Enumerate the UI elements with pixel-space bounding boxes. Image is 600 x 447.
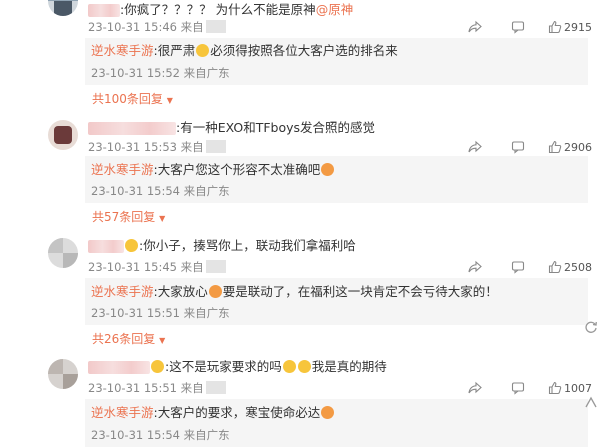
like-count: 2906	[564, 141, 592, 154]
reply-text-2: 必须得按照各位大客户选的排名来	[210, 43, 398, 58]
comment-text: :你小子，揍骂你上，联动我们拿福利哈	[139, 238, 356, 253]
reply-location: 来自广东	[183, 184, 230, 198]
like-icon[interactable]	[548, 20, 562, 34]
like-icon[interactable]	[548, 381, 562, 395]
comment-location: 来自	[180, 140, 204, 154]
chevron-down-icon: ▼	[159, 214, 166, 223]
reply-time: 23-10-31 15:51	[91, 306, 180, 320]
comment-time: 23-10-31 15:53	[88, 140, 177, 154]
comment-icon[interactable]	[511, 140, 525, 154]
location-blurred	[205, 260, 226, 273]
comment-location: 来自	[180, 260, 204, 274]
reply-location: 来自广东	[183, 428, 230, 442]
reply-author[interactable]: 逆水寒手游	[91, 43, 154, 58]
chevron-down-icon: ▼	[159, 336, 166, 345]
reply-time: 23-10-31 15:54	[91, 184, 180, 198]
comment-text: :这不是玩家要求的吗	[165, 359, 282, 374]
location-blurred	[205, 381, 226, 394]
username-blurred[interactable]	[88, 240, 124, 253]
comment-icon[interactable]	[511, 381, 525, 395]
comment-location: 来自	[180, 20, 204, 34]
reply-time: 23-10-31 15:52	[91, 66, 180, 80]
scroll-top-icon[interactable]	[584, 395, 598, 409]
pray-emoji-icon	[297, 360, 311, 373]
face-emoji-icon	[151, 360, 164, 373]
reply-location: 来自广东	[183, 66, 230, 80]
blush-emoji-icon	[321, 163, 335, 176]
like-count: 2915	[564, 21, 592, 34]
comment-actions: 2508	[468, 260, 592, 276]
reply-box: 逆水寒手游:大客户的要求，寒宝使命必达 23-10-31 15:54 来自广东	[85, 399, 588, 447]
reply-text-2: 要是联动了，在福利这一块肯定不会亏待大家的！	[222, 284, 498, 299]
comment-text-2: 我是真的期待	[311, 359, 387, 374]
like-count: 2508	[564, 261, 592, 274]
reply-text: :很严肃	[153, 43, 196, 58]
location-blurred	[205, 20, 226, 33]
avatar[interactable]	[48, 238, 78, 268]
comment-location: 来自	[180, 381, 204, 395]
more-replies-label: 共57条回复	[92, 210, 156, 224]
comment-icon[interactable]	[511, 260, 525, 274]
avatar[interactable]	[48, 359, 78, 389]
blush-emoji-icon	[208, 285, 222, 298]
chevron-down-icon: ▼	[166, 96, 173, 105]
share-icon[interactable]	[468, 381, 482, 395]
pray-emoji-icon	[196, 44, 210, 57]
mention-link[interactable]: @原神	[316, 2, 354, 17]
more-replies-link[interactable]: 共26条回复 ▼	[92, 330, 165, 347]
username-blurred[interactable]	[88, 4, 120, 17]
comment-actions: 2906	[468, 140, 592, 156]
refresh-icon[interactable]	[584, 320, 598, 334]
username-blurred[interactable]	[88, 361, 150, 374]
more-replies-label: 共100条回复	[92, 92, 163, 106]
laugh-emoji-icon	[282, 360, 296, 373]
comment-time: 23-10-31 15:51	[88, 381, 177, 395]
comment-time: 23-10-31 15:46	[88, 20, 177, 34]
location-blurred	[205, 140, 226, 153]
avatar[interactable]	[48, 0, 78, 16]
share-icon[interactable]	[468, 140, 482, 154]
reply-location: 来自广东	[183, 306, 230, 320]
cool-emoji-icon	[321, 406, 335, 419]
like-icon[interactable]	[548, 260, 562, 274]
more-replies-link[interactable]: 共57条回复 ▼	[92, 208, 165, 225]
reply-time: 23-10-31 15:54	[91, 428, 180, 442]
reply-box: 逆水寒手游:大家放心 要是联动了，在福利这一块肯定不会亏待大家的！ 23-10-3…	[85, 278, 588, 325]
avatar[interactable]	[48, 120, 78, 150]
reply-box: 逆水寒手游:大客户您这个形容不太准确吧 23-10-31 15:54 来自广东	[85, 156, 588, 203]
reply-text: :大客户的要求，寒宝使命必达	[153, 405, 321, 420]
comment-icon[interactable]	[511, 20, 525, 34]
reply-text: :大客户您这个形容不太准确吧	[153, 162, 321, 177]
comment-text: :你疯了？？？？ 为什么不能是原神	[120, 2, 316, 17]
reply-box: 逆水寒手游:很严肃 必须得按照各位大客户选的排名来 23-10-31 15:52 …	[85, 38, 588, 85]
username-blurred[interactable]	[88, 122, 176, 135]
more-replies-label: 共26条回复	[92, 332, 156, 346]
reply-text: :大家放心	[153, 284, 208, 299]
reply-author[interactable]: 逆水寒手游	[91, 284, 154, 299]
reply-author[interactable]: 逆水寒手游	[91, 405, 154, 420]
share-icon[interactable]	[468, 20, 482, 34]
like-count: 1007	[564, 382, 592, 395]
face-emoji-icon	[125, 239, 138, 252]
reply-author[interactable]: 逆水寒手游	[91, 162, 154, 177]
more-replies-link[interactable]: 共100条回复 ▼	[92, 90, 173, 107]
comment-actions: 1007	[468, 381, 592, 397]
comment-time: 23-10-31 15:45	[88, 260, 177, 274]
share-icon[interactable]	[468, 260, 482, 274]
comment-actions: 2915	[468, 20, 592, 36]
comment-text: :有一种EXO和TFboys发合照的感觉	[176, 120, 376, 135]
like-icon[interactable]	[548, 140, 562, 154]
